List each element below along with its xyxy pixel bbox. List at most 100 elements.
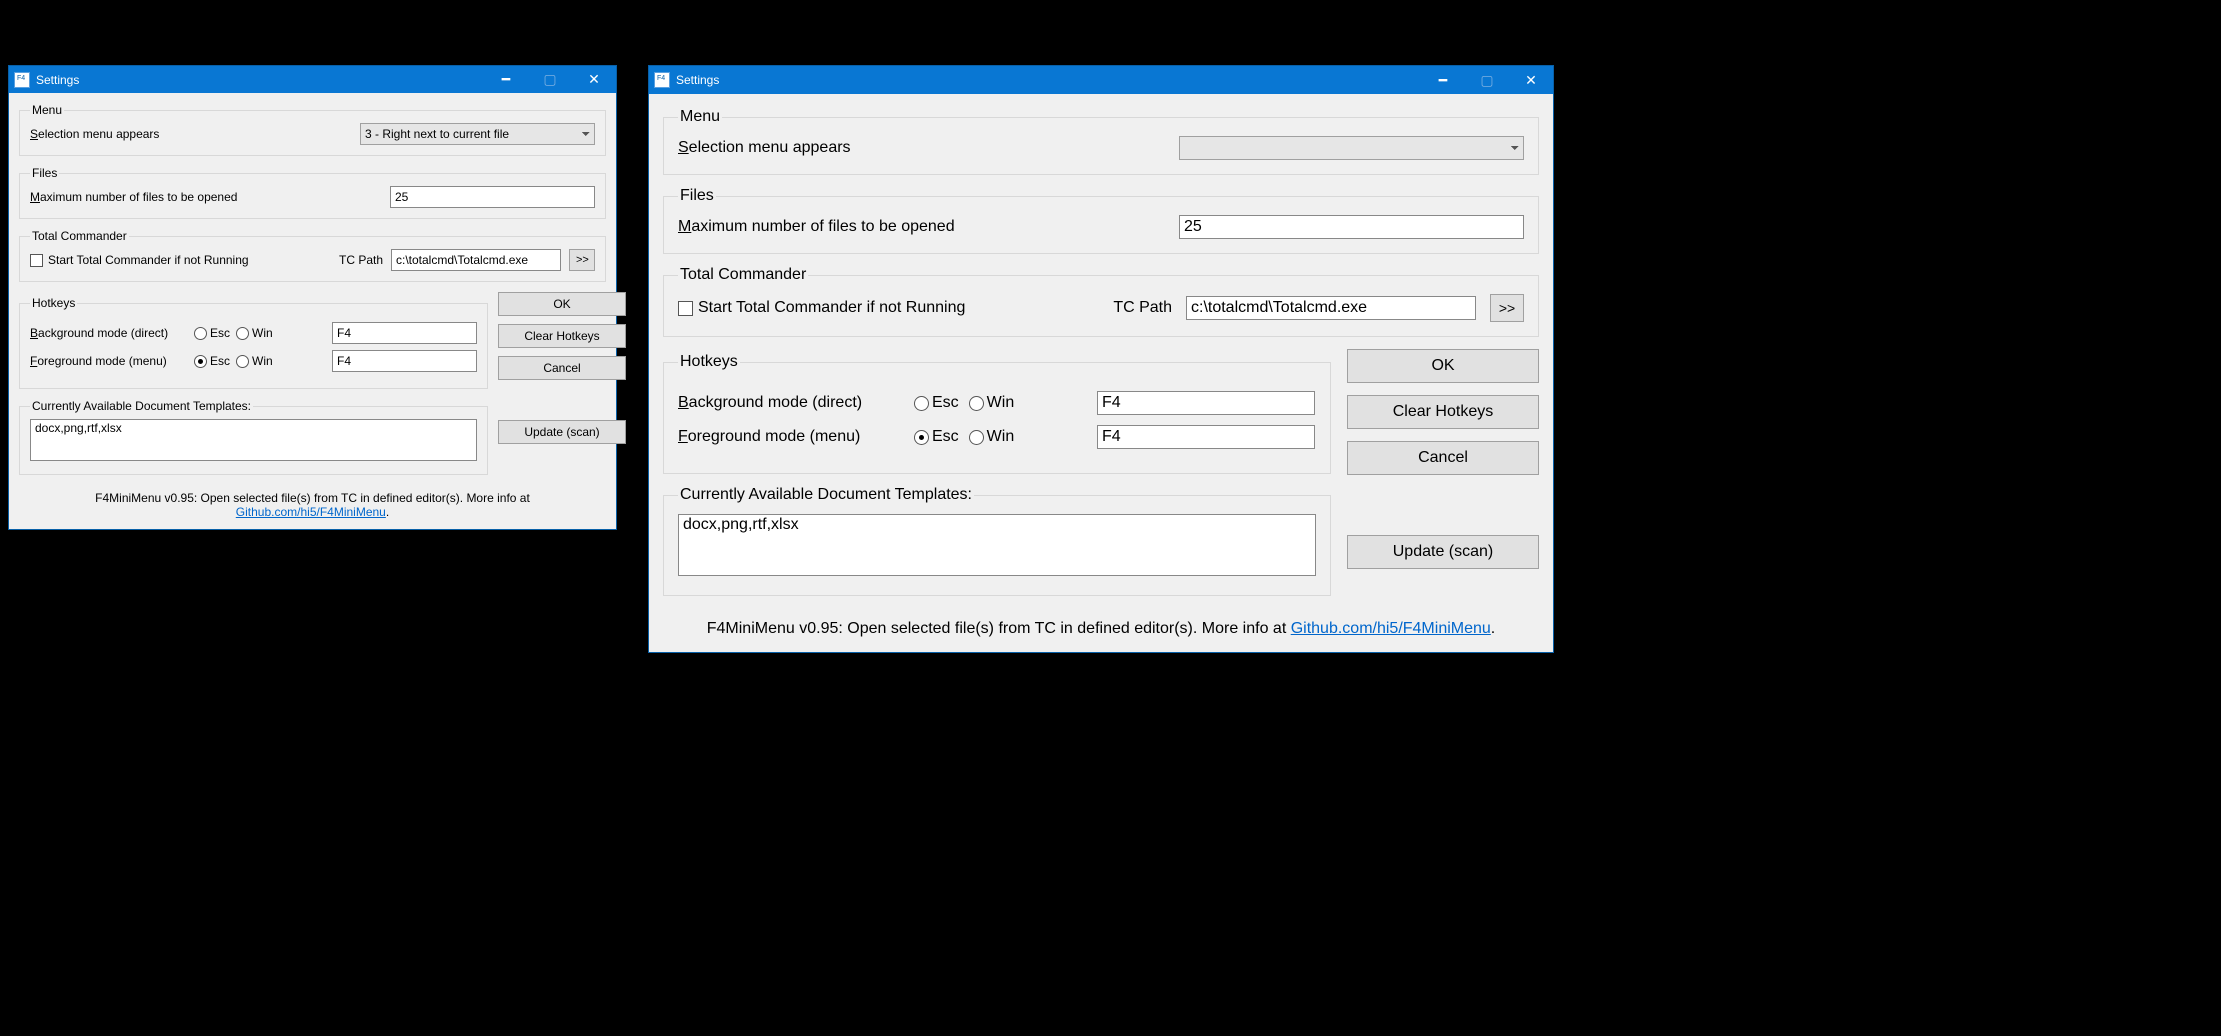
- menu-group: Menu Selection menu appears 3 - Right ne…: [19, 103, 606, 156]
- tc-path-label: TC Path: [339, 253, 383, 267]
- menu-group: Menu Selection menu appears: [663, 108, 1539, 175]
- close-button[interactable]: ✕: [572, 66, 616, 93]
- maximize-button: ▢: [1465, 66, 1509, 94]
- close-button[interactable]: ✕: [1509, 66, 1553, 94]
- checkbox-icon: [678, 301, 693, 316]
- radio-esc-label: Esc: [932, 394, 959, 412]
- templates-textarea[interactable]: docx,png,rtf,xlsx: [678, 514, 1316, 576]
- titlebar[interactable]: Settings ━ ▢ ✕: [649, 66, 1553, 94]
- radio-icon: [969, 430, 984, 445]
- bg-esc-radio[interactable]: Esc: [194, 326, 230, 340]
- fg-win-radio[interactable]: Win: [969, 428, 1015, 446]
- radio-icon: [969, 396, 984, 411]
- templates-group-title: Currently Available Document Templates:: [678, 486, 974, 504]
- start-tc-checkbox[interactable]: Start Total Commander if not Running: [30, 253, 249, 267]
- radio-win-label: Win: [252, 354, 273, 368]
- fg-hotkey-input[interactable]: [1097, 425, 1315, 449]
- radio-win-label: Win: [987, 428, 1015, 446]
- radio-win-label: Win: [252, 326, 273, 340]
- radio-esc-label: Esc: [932, 428, 959, 446]
- radio-win-label: Win: [987, 394, 1015, 412]
- tc-path-input[interactable]: [391, 249, 561, 271]
- fg-esc-radio[interactable]: Esc: [914, 428, 959, 446]
- radio-icon: [914, 396, 929, 411]
- tc-path-input[interactable]: [1186, 296, 1476, 320]
- github-link[interactable]: Github.com/hi5/F4MiniMenu: [236, 505, 386, 519]
- github-link[interactable]: Github.com/hi5/F4MiniMenu: [1291, 620, 1491, 637]
- max-files-label: Maximum number of files to be opened: [678, 218, 955, 236]
- tc-group-title: Total Commander: [30, 229, 129, 243]
- radio-icon: [236, 355, 249, 368]
- clear-hotkeys-button[interactable]: Clear Hotkeys: [498, 324, 626, 348]
- hotkeys-group-title: Hotkeys: [678, 353, 740, 371]
- app-icon: [654, 72, 670, 88]
- max-files-input[interactable]: [390, 186, 595, 208]
- fg-hotkey-input[interactable]: [332, 350, 477, 372]
- ok-button[interactable]: OK: [1347, 349, 1539, 383]
- footer-text: F4MiniMenu v0.95: Open selected file(s) …: [19, 491, 606, 519]
- selection-menu-label: Selection menu appears: [30, 127, 159, 141]
- selection-menu-dropdown[interactable]: [1179, 136, 1524, 160]
- minimize-button[interactable]: ━: [484, 66, 528, 93]
- background-mode-label: Background mode (direct): [678, 394, 906, 412]
- footer-text: F4MiniMenu v0.95: Open selected file(s) …: [663, 620, 1539, 638]
- hotkeys-group: Hotkeys Background mode (direct) Esc Win: [663, 353, 1331, 474]
- total-commander-group: Total Commander Start Total Commander if…: [663, 266, 1539, 337]
- update-scan-button[interactable]: Update (scan): [1347, 535, 1539, 569]
- radio-icon: [194, 327, 207, 340]
- hotkeys-group-title: Hotkeys: [30, 296, 77, 310]
- bg-win-radio[interactable]: Win: [236, 326, 273, 340]
- background-mode-label: Background mode (direct): [30, 326, 188, 340]
- selection-menu-label: Selection menu appears: [678, 139, 851, 157]
- start-tc-label: Start Total Commander if not Running: [48, 253, 249, 267]
- ok-button[interactable]: OK: [498, 292, 626, 316]
- tc-path-label: TC Path: [1113, 299, 1172, 317]
- window-title: Settings: [676, 73, 1421, 87]
- bg-hotkey-input[interactable]: [332, 322, 477, 344]
- total-commander-group: Total Commander Start Total Commander if…: [19, 229, 606, 282]
- cancel-button[interactable]: Cancel: [498, 356, 626, 380]
- max-files-label: Maximum number of files to be opened: [30, 190, 237, 204]
- update-scan-button[interactable]: Update (scan): [498, 420, 626, 444]
- radio-icon: [194, 355, 207, 368]
- fg-esc-radio[interactable]: Esc: [194, 354, 230, 368]
- tc-path-browse-button[interactable]: >>: [1490, 294, 1524, 322]
- fg-win-radio[interactable]: Win: [236, 354, 273, 368]
- start-tc-label: Start Total Commander if not Running: [698, 299, 965, 317]
- hotkeys-group: Hotkeys Background mode (direct) Esc Win: [19, 296, 488, 389]
- files-group-title: Files: [678, 187, 716, 205]
- window-controls: ━ ▢ ✕: [484, 66, 616, 93]
- selection-menu-dropdown[interactable]: 3 - Right next to current file: [360, 123, 595, 145]
- clear-hotkeys-button[interactable]: Clear Hotkeys: [1347, 395, 1539, 429]
- cancel-button[interactable]: Cancel: [1347, 441, 1539, 475]
- window-controls: ━ ▢ ✕: [1421, 66, 1553, 94]
- bg-esc-radio[interactable]: Esc: [914, 394, 959, 412]
- foreground-mode-label: Foreground mode (menu): [678, 428, 906, 446]
- tc-group-title: Total Commander: [678, 266, 808, 284]
- start-tc-checkbox[interactable]: Start Total Commander if not Running: [678, 299, 965, 317]
- templates-group: Currently Available Document Templates: …: [663, 486, 1331, 596]
- max-files-input[interactable]: [1179, 215, 1524, 239]
- settings-window-small: Settings ━ ▢ ✕ Menu Selection menu appea…: [8, 65, 617, 530]
- files-group-title: Files: [30, 166, 59, 180]
- tc-path-browse-button[interactable]: >>: [569, 249, 595, 271]
- app-icon: [14, 72, 30, 88]
- radio-icon: [236, 327, 249, 340]
- radio-icon: [914, 430, 929, 445]
- menu-group-title: Menu: [30, 103, 64, 117]
- settings-window-large: Settings ━ ▢ ✕ Menu Selection menu appea…: [648, 65, 1554, 653]
- bg-win-radio[interactable]: Win: [969, 394, 1015, 412]
- menu-group-title: Menu: [678, 108, 722, 126]
- window-title: Settings: [36, 73, 484, 87]
- maximize-button: ▢: [528, 66, 572, 93]
- templates-group: Currently Available Document Templates: …: [19, 399, 488, 475]
- bg-hotkey-input[interactable]: [1097, 391, 1315, 415]
- radio-esc-label: Esc: [210, 326, 230, 340]
- files-group: Files Maximum number of files to be open…: [19, 166, 606, 219]
- minimize-button[interactable]: ━: [1421, 66, 1465, 94]
- templates-textarea[interactable]: docx,png,rtf,xlsx: [30, 419, 477, 461]
- files-group: Files Maximum number of files to be open…: [663, 187, 1539, 254]
- titlebar[interactable]: Settings ━ ▢ ✕: [9, 66, 616, 93]
- radio-esc-label: Esc: [210, 354, 230, 368]
- foreground-mode-label: Foreground mode (menu): [30, 354, 188, 368]
